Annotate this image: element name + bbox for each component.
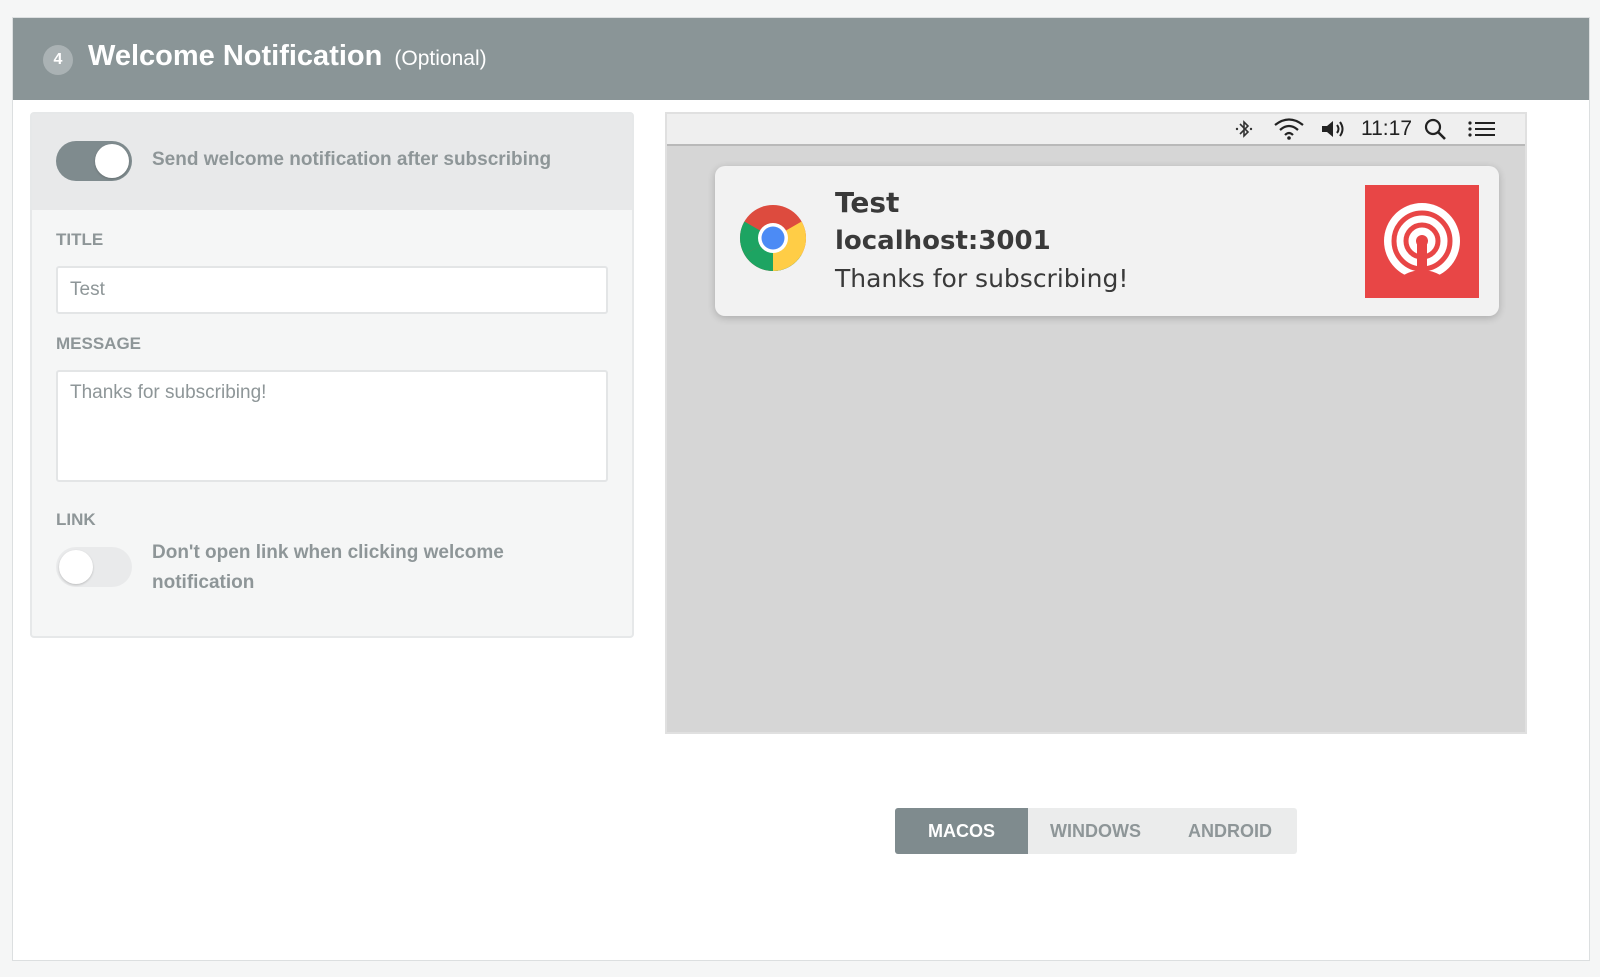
message-field-label: MESSAGE bbox=[56, 334, 142, 353]
send-toggle-row: Send welcome notification after subscrib… bbox=[32, 114, 632, 210]
step-number-badge: 4 bbox=[43, 45, 73, 75]
chrome-logo-icon bbox=[739, 205, 807, 272]
title-field-label: TITLE bbox=[56, 230, 104, 249]
link-field-label: LINK bbox=[56, 510, 96, 529]
send-welcome-toggle-label: Send welcome notification after subscrib… bbox=[152, 149, 552, 170]
notification-title: Test bbox=[835, 186, 900, 219]
settings-panel: Send welcome notification after subscrib… bbox=[30, 112, 634, 638]
tab-macos[interactable]: MACOS bbox=[895, 808, 1028, 854]
notification-body: Thanks for subscribing! bbox=[835, 264, 1129, 293]
macos-menubar: 11:17 bbox=[667, 114, 1525, 146]
tab-windows[interactable]: WINDOWS bbox=[1028, 808, 1163, 854]
list-icon bbox=[1468, 121, 1495, 137]
section-title-text: Welcome Notification bbox=[88, 40, 383, 72]
optional-label: (Optional) bbox=[394, 47, 487, 70]
search-icon bbox=[1424, 118, 1446, 140]
send-welcome-toggle[interactable] bbox=[56, 141, 132, 181]
toggle-label-line-2: notification bbox=[152, 572, 255, 593]
bluetooth-icon bbox=[1235, 120, 1253, 138]
toggle-knob bbox=[95, 144, 129, 178]
toggle-label-line-1: Don't open link when clicking welcome bbox=[152, 542, 504, 563]
volume-icon bbox=[1322, 121, 1344, 137]
message-textarea[interactable]: Thanks for subscribing! bbox=[56, 370, 608, 482]
notification-preview: 11:17 Test localhost:3001 Thanks for sub… bbox=[665, 112, 1527, 734]
dont-open-link-toggle-label: Don't open link when clicking welcome no… bbox=[152, 538, 504, 598]
broadcast-icon bbox=[1384, 203, 1460, 281]
dont-open-link-toggle[interactable] bbox=[56, 547, 132, 587]
notification-image bbox=[1365, 185, 1479, 298]
section-title: Welcome Notification (Optional) bbox=[88, 40, 487, 73]
toggle-knob bbox=[59, 550, 93, 584]
notification-card[interactable]: Test localhost:3001 Thanks for subscribi… bbox=[715, 166, 1499, 316]
section-header: 4 Welcome Notification (Optional) bbox=[13, 18, 1589, 100]
wifi-icon bbox=[1274, 118, 1304, 140]
tab-android[interactable]: ANDROID bbox=[1163, 808, 1297, 854]
title-input[interactable] bbox=[56, 266, 608, 314]
platform-tabs: MACOS WINDOWS ANDROID bbox=[895, 808, 1297, 854]
notification-origin: localhost:3001 bbox=[835, 226, 1051, 256]
menubar-clock: 11:17 bbox=[1361, 117, 1412, 140]
